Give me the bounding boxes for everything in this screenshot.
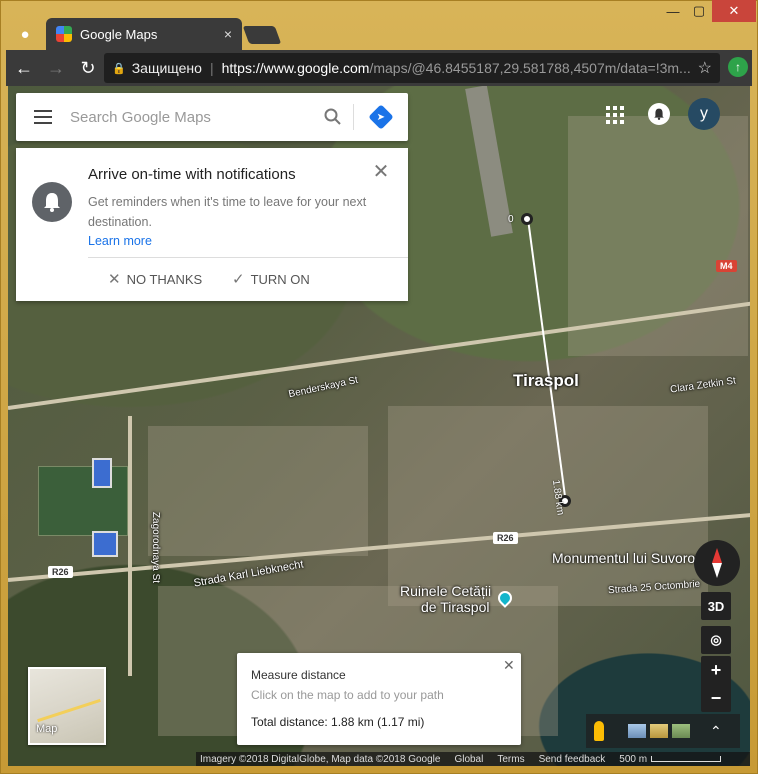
- city-label[interactable]: Tiraspol: [513, 371, 579, 391]
- search-input[interactable]: [70, 97, 313, 137]
- no-thanks-button[interactable]: ✕ NO THANKS: [108, 270, 202, 288]
- url-host: https://www.google.com: [221, 60, 370, 76]
- sports-field: [38, 466, 128, 536]
- terms-link[interactable]: Terms: [497, 754, 524, 765]
- tab-close-icon[interactable]: ×: [224, 26, 232, 42]
- stadium-roof: [92, 458, 112, 488]
- poi-label[interactable]: de Tiraspol: [421, 599, 489, 615]
- map-layer-toggle[interactable]: Map: [28, 667, 106, 745]
- airfield-runway: [465, 86, 513, 237]
- minimap-road: [37, 698, 101, 723]
- reload-icon[interactable]: ↻: [74, 54, 102, 82]
- bookmark-star-icon[interactable]: ☆: [698, 58, 712, 78]
- account-avatar[interactable]: y: [688, 98, 720, 130]
- measure-total: Total distance: 1.88 km (1.17 mi): [251, 715, 425, 729]
- directions-icon[interactable]: ➤: [354, 93, 408, 141]
- urban-block: [148, 426, 368, 556]
- incognito-icon: ●: [20, 25, 30, 43]
- scale-bar[interactable]: 500 m: [619, 753, 722, 765]
- imagery-thumbnail[interactable]: [628, 724, 646, 738]
- zoom-in-button[interactable]: +: [701, 656, 731, 684]
- measure-distance-card: Measure distance Click on the map to add…: [237, 653, 521, 745]
- browser-toolbar: ← → ↻ 🔒 Защищено | https://www.google.co…: [6, 50, 752, 86]
- close-window-button[interactable]: ✕: [712, 0, 756, 22]
- minimize-button[interactable]: —: [660, 0, 686, 22]
- forward-arrow-icon[interactable]: →: [42, 54, 70, 82]
- expand-chevron-icon[interactable]: ⌃: [710, 723, 722, 740]
- measure-start-label: 0: [508, 214, 514, 225]
- menu-icon[interactable]: [16, 93, 70, 141]
- tab-title: Google Maps: [80, 26, 158, 42]
- imagery-credit: Imagery ©2018 DigitalGlobe, Map data ©20…: [200, 753, 441, 765]
- urban-block: [388, 406, 708, 606]
- maps-favicon-icon: [56, 26, 72, 42]
- notification-body: Get reminders when it's time to leave fo…: [88, 195, 367, 229]
- notification-card: Arrive on-time with notifications Get re…: [16, 148, 408, 301]
- road: [128, 416, 132, 676]
- update-icon[interactable]: ↑: [728, 57, 748, 77]
- learn-more-link[interactable]: Learn more: [88, 234, 152, 248]
- close-icon[interactable]: ✕: [370, 160, 392, 183]
- turn-on-label: TURN ON: [250, 271, 310, 287]
- check-icon: ✓: [232, 271, 245, 288]
- scale-label: 500 m: [619, 753, 648, 765]
- imagery-thumbnail[interactable]: [650, 724, 668, 738]
- url-path: /maps/@46.8455187,29.581788,4507m/data=!…: [369, 60, 691, 76]
- three-d-button[interactable]: 3D: [701, 592, 731, 620]
- pegman-icon[interactable]: [594, 721, 604, 741]
- maximize-button[interactable]: ▢: [686, 0, 712, 22]
- notifications-bell-icon[interactable]: [648, 103, 670, 125]
- back-arrow-icon[interactable]: ←: [10, 54, 38, 82]
- route-shield: R26: [48, 566, 73, 578]
- address-bar[interactable]: 🔒 Защищено | https://www.google.com/maps…: [104, 53, 720, 83]
- new-tab-button[interactable]: [242, 26, 282, 44]
- map-footer: Imagery ©2018 DigitalGlobe, Map data ©20…: [196, 752, 750, 766]
- my-location-icon[interactable]: ◎: [701, 626, 731, 654]
- measure-title: Measure distance: [251, 668, 346, 682]
- notification-title: Arrive on-time with notifications: [88, 166, 296, 183]
- global-link[interactable]: Global: [454, 754, 483, 765]
- street-label: Clara Zetkin St: [669, 375, 737, 396]
- close-icon[interactable]: ✕: [503, 657, 515, 674]
- route-shield: R26: [493, 532, 518, 544]
- poi-label[interactable]: Monumentul lui Suvorov: [552, 550, 702, 566]
- street-label: Zagorodnaya St: [150, 511, 162, 584]
- stadium-roof: [92, 531, 118, 557]
- measure-start-point[interactable]: [521, 213, 533, 225]
- browser-tab[interactable]: Google Maps ×: [46, 18, 242, 50]
- x-icon: ✕: [108, 271, 121, 288]
- minimap-label: Map: [36, 723, 58, 735]
- street-label: Benderskaya St: [287, 374, 359, 401]
- address-separator: |: [209, 60, 214, 76]
- imagery-strip: ⌃: [586, 714, 740, 748]
- apps-grid-icon[interactable]: [606, 106, 624, 124]
- search-box: ➤: [16, 93, 408, 141]
- urban-block: [568, 116, 748, 356]
- compass-icon[interactable]: [694, 540, 740, 586]
- poi-label[interactable]: Ruinele Cetății: [400, 583, 491, 599]
- lock-icon: 🔒: [112, 62, 126, 75]
- imagery-thumbnail[interactable]: [672, 724, 690, 738]
- zoom-out-button[interactable]: −: [701, 684, 731, 712]
- search-icon[interactable]: [313, 93, 353, 141]
- turn-on-button[interactable]: ✓ TURN ON: [232, 270, 310, 288]
- scale-bar-graphic: [651, 756, 722, 762]
- no-thanks-label: NO THANKS: [126, 271, 203, 287]
- notification-divider: [88, 257, 408, 258]
- route-shield: M4: [716, 260, 737, 272]
- send-feedback-link[interactable]: Send feedback: [539, 754, 606, 765]
- bell-icon: [32, 182, 72, 222]
- measure-hint: Click on the map to add to your path: [251, 688, 444, 702]
- secure-label: Защищено: [131, 60, 202, 76]
